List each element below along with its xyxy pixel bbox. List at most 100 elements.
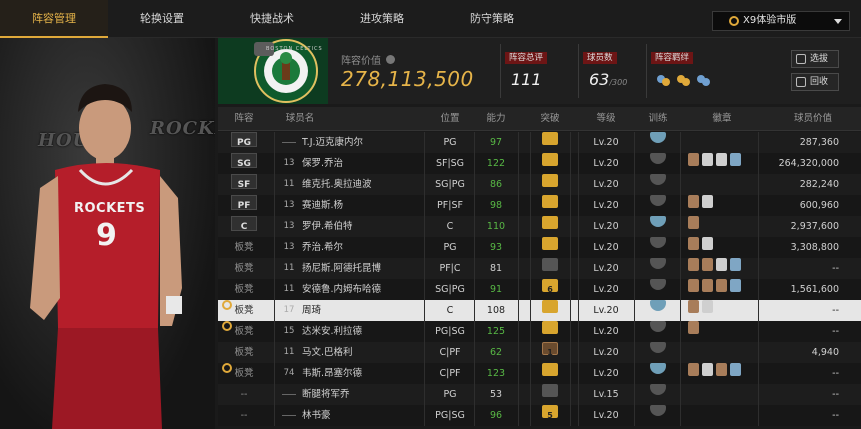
col-badges[interactable]: 徽章 (704, 107, 740, 131)
col-lineup[interactable]: 阵容 (224, 107, 264, 131)
badge-icon[interactable] (702, 195, 713, 208)
select-button[interactable]: 选拔 (791, 50, 839, 68)
player-name[interactable]: 达米安.利拉德 (302, 321, 422, 342)
badge-icon[interactable] (688, 363, 699, 376)
chemistry-icons[interactable] (655, 72, 735, 90)
training-icon[interactable] (650, 195, 666, 206)
table-row[interactable]: PG T.J.迈克康内尔 PG 97 Lv.20 287,360 (218, 132, 861, 153)
training-icon[interactable] (650, 258, 666, 269)
breakthrough-icon[interactable] (542, 384, 558, 397)
player-name[interactable]: 乔治.希尔 (302, 237, 422, 258)
badge-icon[interactable] (702, 153, 713, 166)
help-icon[interactable] (386, 55, 396, 64)
player-name[interactable]: 维克托.奥拉迪波 (302, 174, 422, 195)
player-name[interactable]: 周琦 (302, 300, 422, 321)
breakthrough-icon[interactable] (542, 132, 558, 145)
lineup-slot[interactable]: 板凳 (224, 279, 264, 300)
badge-icon[interactable] (688, 279, 699, 292)
player-name[interactable]: 扬尼斯.阿德托昆博 (302, 258, 422, 279)
table-row[interactable]: PF 13 赛迪斯.杨 PF|SF 98 Lv.20 600,960 (218, 195, 861, 216)
badge-icon[interactable] (730, 279, 741, 292)
training-icon[interactable] (650, 153, 666, 164)
col-breakthrough[interactable]: 突破 (532, 107, 568, 131)
training-icon[interactable] (650, 363, 666, 374)
table-row[interactable]: 板凳 13 乔治.希尔 PG 93 Lv.20 3,308,800 (218, 237, 861, 258)
table-row-selected[interactable]: 板凳 17 周琦 C 108 Lv.20 -- (218, 300, 861, 321)
lineup-slot[interactable]: 板凳 (224, 363, 264, 384)
tab-defense[interactable]: 防守策略 (442, 0, 542, 38)
breakthrough-icon[interactable] (542, 195, 558, 208)
tab-lineup[interactable]: 阵容管理 (0, 0, 108, 38)
version-select[interactable]: X9体验市版 (712, 11, 850, 31)
training-icon[interactable] (650, 405, 666, 416)
table-row[interactable]: 板凳 15 达米安.利拉德 PG|SG 125 Lv.20 -- (218, 321, 861, 342)
badge-icon[interactable] (688, 195, 699, 208)
tab-quick-tactics[interactable]: 快捷战术 (222, 0, 322, 38)
badge-icon[interactable] (730, 258, 741, 271)
badge-icon[interactable] (702, 237, 713, 250)
badge-icon[interactable] (716, 258, 727, 271)
player-name[interactable]: 保罗.乔治 (302, 153, 422, 174)
lineup-slot[interactable]: -- (224, 384, 264, 405)
badge-icon[interactable] (702, 258, 713, 271)
breakthrough-icon[interactable] (542, 153, 558, 166)
lineup-slot[interactable]: 板凳 (224, 342, 264, 363)
training-icon[interactable] (650, 384, 666, 395)
lineup-position-badge[interactable]: SF (231, 174, 257, 190)
badge-icon[interactable] (688, 216, 699, 229)
tab-rotation[interactable]: 轮换设置 (112, 0, 212, 38)
badge-icon[interactable] (702, 279, 713, 292)
badge-icon[interactable] (688, 300, 699, 313)
player-name[interactable]: 马文.巴格利 (302, 342, 422, 363)
table-row[interactable]: 板凳 11 扬尼斯.阿德托昆博 PF|C 81 Lv.20 -- (218, 258, 861, 279)
player-name[interactable]: 韦斯.昂塞尔德 (302, 363, 422, 384)
badge-icon[interactable] (702, 363, 713, 376)
breakthrough-icon[interactable] (542, 300, 558, 313)
table-row[interactable]: -- 林书豪 PG|SG 96 5 Lv.20 -- (218, 405, 861, 426)
table-row[interactable]: SF 11 维克托.奥拉迪波 SG|PG 86 Lv.20 282,240 (218, 174, 861, 195)
player-name[interactable]: 罗伊.希伯特 (302, 216, 422, 237)
badge-icon[interactable] (688, 153, 699, 166)
training-icon[interactable] (650, 132, 666, 143)
badge-icon[interactable] (716, 153, 727, 166)
lineup-slot[interactable]: -- (224, 405, 264, 426)
breakthrough-icon[interactable] (542, 216, 558, 229)
badge-icon[interactable] (716, 279, 727, 292)
table-row[interactable]: 板凳 74 韦斯.昂塞尔德 C|PF 123 Lv.20 -- (218, 363, 861, 384)
breakthrough-icon[interactable] (542, 174, 558, 187)
player-name[interactable]: 安德鲁.内姆布哈德 (302, 279, 422, 300)
badge-icon[interactable] (688, 258, 699, 271)
lineup-position-badge[interactable]: PF (231, 195, 257, 211)
badge-icon[interactable] (730, 363, 741, 376)
breakthrough-icon[interactable] (542, 237, 558, 250)
training-icon[interactable] (650, 279, 666, 290)
breakthrough-icon[interactable] (542, 258, 558, 271)
lineup-slot[interactable]: 板凳 (224, 258, 264, 279)
badge-icon[interactable] (688, 321, 699, 334)
training-icon[interactable] (650, 300, 666, 311)
badge-icon[interactable] (716, 363, 727, 376)
recycle-button[interactable]: 回收 (791, 73, 839, 91)
lineup-slot[interactable]: 板凳 (224, 237, 264, 258)
table-row[interactable]: -- 断腿将军乔 PG 53 Lv.15 -- (218, 384, 861, 405)
player-name[interactable]: 断腿将军乔 (302, 384, 422, 405)
training-icon[interactable] (650, 237, 666, 248)
table-row[interactable]: SG 13 保罗.乔治 SF|SG 122 Lv.20 264,320,000 (218, 153, 861, 174)
training-icon[interactable] (650, 216, 666, 227)
lineup-position-badge[interactable]: C (231, 216, 257, 232)
lineup-slot[interactable]: 板凳 (224, 300, 264, 321)
col-player-value[interactable]: 球员价值 (783, 107, 843, 131)
lineup-slot[interactable]: 板凳 (224, 321, 264, 342)
player-name[interactable]: 赛迪斯.杨 (302, 195, 422, 216)
tab-offense[interactable]: 进攻策略 (332, 0, 432, 38)
col-position[interactable]: 位置 (426, 107, 474, 131)
lineup-position-badge[interactable]: SG (231, 153, 257, 169)
training-icon[interactable] (650, 321, 666, 332)
breakthrough-icon[interactable] (542, 363, 558, 376)
badge-icon[interactable] (730, 153, 741, 166)
col-training[interactable]: 训练 (640, 107, 676, 131)
col-player-name[interactable]: 球员名 (280, 107, 320, 131)
table-row[interactable]: 板凳 11 马文.巴格利 C|PF 62 1 Lv.20 4,940 (218, 342, 861, 363)
breakthrough-icon[interactable] (542, 321, 558, 334)
badge-icon[interactable] (702, 300, 713, 313)
